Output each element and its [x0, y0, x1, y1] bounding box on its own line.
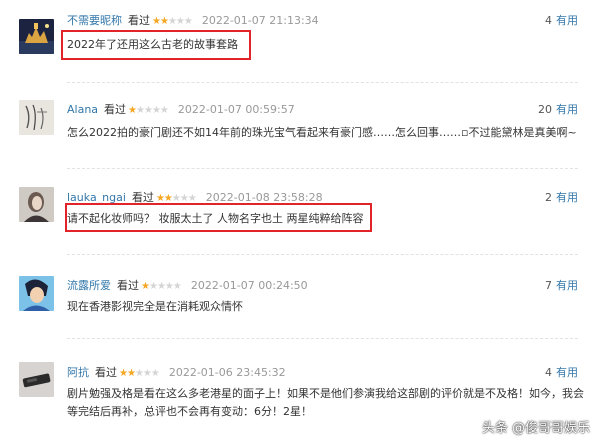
watched-label: 看过	[95, 366, 117, 379]
star-filled-icon: ★	[141, 281, 150, 292]
useful-votes[interactable]: 4 有用	[545, 365, 578, 381]
star-empty-icon: ★	[142, 368, 152, 379]
vote-count: 4	[545, 14, 552, 27]
divider	[67, 254, 578, 255]
username-link[interactable]: 阿抗	[67, 366, 89, 379]
review-date: 2022-01-07 00:24:50	[190, 279, 308, 292]
star-rating: ★★★★★	[128, 105, 169, 116]
star-filled-icon: ★	[128, 105, 137, 116]
review-text: 怎么2022拍的豪门剧还不如14年前的珠光宝气看起来有豪门感……怎么回事……▫不…	[67, 126, 577, 139]
highlight-box	[65, 203, 372, 232]
useful-button[interactable]: 有用	[556, 103, 578, 116]
username-link[interactable]: Alana	[67, 103, 98, 116]
avatar[interactable]	[19, 276, 54, 311]
useful-button[interactable]: 有用	[556, 191, 578, 204]
star-empty-icon: ★	[183, 16, 193, 27]
star-empty-icon: ★	[148, 281, 158, 292]
review-meta: 阿抗 看过 ★★★★★ 2022-01-06 23:45:32	[67, 365, 286, 381]
star-filled-icon: ★	[126, 368, 136, 379]
review-text-line: 剧片勉强及格是看在这么多老港星的面子上！如果不是他们参演我给这部剧的评价就是不及…	[67, 387, 584, 400]
divider	[67, 82, 578, 83]
star-empty-icon: ★	[134, 368, 144, 379]
review-text: 剧片勉强及格是看在这么多老港星的面子上！如果不是他们参演我给这部剧的评价就是不及…	[67, 385, 587, 421]
useful-votes[interactable]: 7 有用	[545, 278, 578, 294]
username-link[interactable]: 流露所爱	[67, 279, 111, 292]
star-rating: ★★★★★	[119, 368, 160, 379]
star-empty-icon: ★	[167, 16, 177, 27]
star-rating: ★★★★★	[141, 281, 182, 292]
review-text: 现在香港影视完全是在消耗观众情怀	[67, 300, 243, 313]
username-link[interactable]: 不需要昵称	[67, 14, 122, 27]
review-meta: 流露所爱 看过 ★★★★★ 2022-01-07 00:24:50	[67, 278, 308, 294]
star-filled-icon: ★	[152, 16, 161, 27]
vote-count: 4	[545, 366, 552, 379]
useful-button[interactable]: 有用	[556, 279, 578, 292]
useful-votes[interactable]: 20 有用	[538, 102, 578, 118]
avatar[interactable]	[19, 187, 54, 222]
review-date: 2022-01-07 00:59:57	[177, 103, 295, 116]
star-filled-icon: ★	[159, 16, 169, 27]
watched-label: 看过	[117, 279, 139, 292]
review-meta: Alana 看过 ★★★★★ 2022-01-07 00:59:57	[67, 102, 295, 118]
review-meta: 不需要昵称 看过 ★★★★★ 2022-01-07 21:13:34	[67, 13, 319, 29]
review-date: 2022-01-07 21:13:34	[201, 14, 319, 27]
highlight-box	[61, 30, 251, 60]
star-rating: ★★★★★	[152, 16, 193, 27]
star-empty-icon: ★	[175, 16, 185, 27]
useful-button[interactable]: 有用	[556, 366, 578, 379]
watched-label: 看过	[128, 14, 150, 27]
useful-votes[interactable]: 2 有用	[545, 190, 578, 206]
vote-count: 7	[545, 279, 552, 292]
watched-label: 看过	[104, 103, 127, 116]
star-empty-icon: ★	[150, 368, 160, 379]
vote-count: 20	[538, 103, 552, 116]
review-date: 2022-01-06 23:45:32	[168, 366, 286, 379]
star-empty-icon: ★	[136, 105, 145, 116]
divider	[67, 338, 578, 339]
vote-count: 2	[545, 191, 552, 204]
star-empty-icon: ★	[159, 105, 169, 116]
avatar[interactable]	[19, 100, 54, 135]
star-empty-icon: ★	[143, 105, 153, 116]
star-empty-icon: ★	[156, 281, 166, 292]
useful-button[interactable]: 有用	[556, 14, 578, 27]
avatar[interactable]	[19, 362, 54, 397]
star-empty-icon: ★	[164, 281, 174, 292]
star-empty-icon: ★	[172, 281, 182, 292]
avatar[interactable]	[19, 19, 54, 54]
divider	[67, 168, 578, 169]
useful-votes[interactable]: 4 有用	[545, 13, 578, 29]
star-filled-icon: ★	[119, 368, 128, 379]
watermark: 头条 @俊哥哥娱乐	[481, 421, 590, 436]
star-empty-icon: ★	[151, 105, 161, 116]
